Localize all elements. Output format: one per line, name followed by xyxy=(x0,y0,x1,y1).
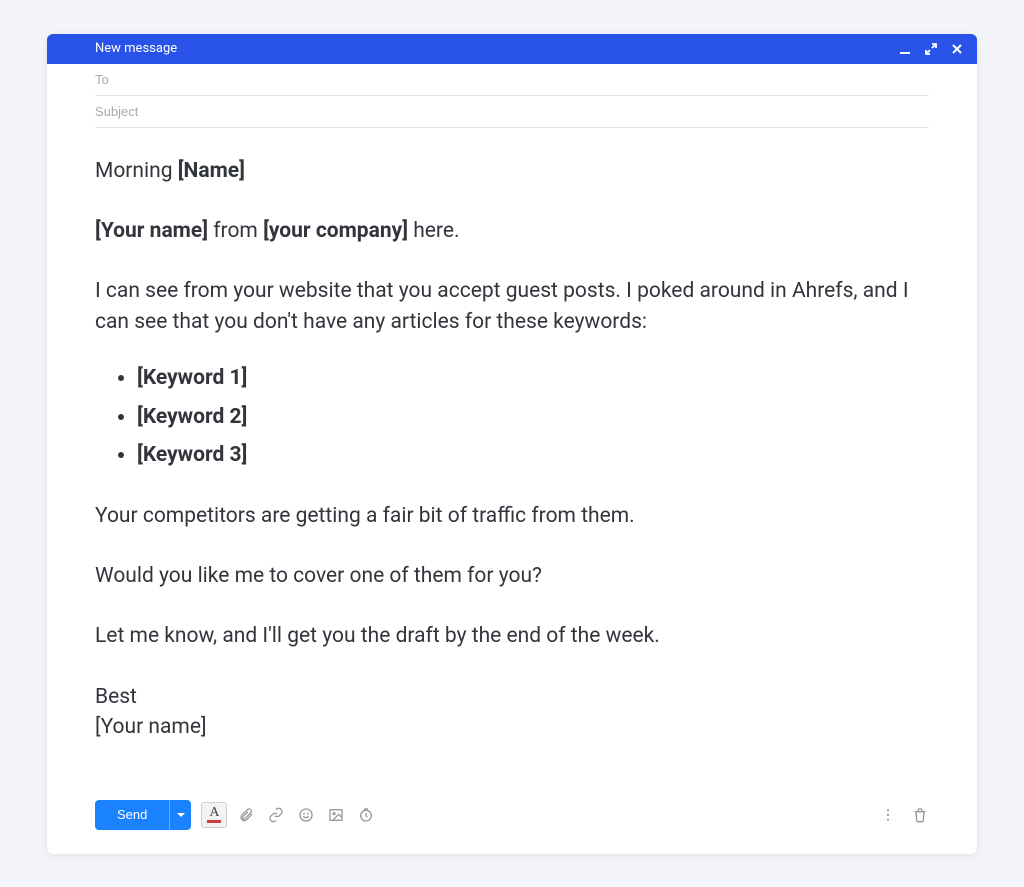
email-body[interactable]: Morning [Name] [Your name] from [your co… xyxy=(47,128,977,790)
to-field[interactable] xyxy=(95,72,929,87)
list-item: [Keyword 3] xyxy=(137,440,929,470)
intro-company: [your company] xyxy=(263,219,408,243)
observation-para: I can see from your website that you acc… xyxy=(95,276,929,337)
more-options-icon[interactable] xyxy=(879,806,897,824)
compose-toolbar: Send A xyxy=(47,790,977,854)
to-field-row xyxy=(95,64,929,96)
signoff: Best xyxy=(95,682,929,712)
window-actions xyxy=(899,43,963,55)
header-fields xyxy=(47,64,977,128)
text-format-a-icon: A xyxy=(209,807,219,819)
text-format-button[interactable]: A xyxy=(201,802,227,828)
confidential-icon[interactable] xyxy=(357,806,375,824)
window-title: New message xyxy=(95,41,177,56)
competitors-para: Your competitors are getting a fair bit … xyxy=(95,501,929,531)
subject-field[interactable] xyxy=(95,104,929,119)
send-options-button[interactable] xyxy=(169,800,191,830)
trash-icon[interactable] xyxy=(911,806,929,824)
link-icon[interactable] xyxy=(267,806,285,824)
subject-field-row xyxy=(95,96,929,128)
close-icon[interactable] xyxy=(951,43,963,55)
keyword-list: [Keyword 1] [Keyword 2] [Keyword 3] xyxy=(95,363,929,470)
title-bar: New message xyxy=(47,34,977,64)
greeting-prefix: Morning xyxy=(95,159,178,183)
intro-from: from xyxy=(208,219,263,243)
signature: [Your name] xyxy=(95,712,929,742)
greeting-name: [Name] xyxy=(178,159,245,183)
list-item: [Keyword 1] xyxy=(137,363,929,393)
attach-icon[interactable] xyxy=(237,806,255,824)
intro-yourname: [Your name] xyxy=(95,219,208,243)
greeting-line: Morning [Name] xyxy=(95,156,929,186)
toolbar-right xyxy=(879,806,929,824)
toolbar-icons xyxy=(237,806,375,824)
text-format-underline xyxy=(207,820,221,823)
close-para: Let me know, and I'll get you the draft … xyxy=(95,621,929,651)
toolbar-left: Send A xyxy=(95,800,375,830)
send-button-group: Send xyxy=(95,800,191,830)
expand-icon[interactable] xyxy=(925,43,937,55)
intro-line: [Your name] from [your company] here. xyxy=(95,216,929,246)
list-item: [Keyword 2] xyxy=(137,402,929,432)
image-icon[interactable] xyxy=(327,806,345,824)
offer-para: Would you like me to cover one of them f… xyxy=(95,561,929,591)
send-button[interactable]: Send xyxy=(95,800,169,830)
compose-window: New message Morning [Name] [Your name] f… xyxy=(47,34,977,854)
intro-here: here. xyxy=(408,219,460,243)
minimize-icon[interactable] xyxy=(899,43,911,55)
emoji-icon[interactable] xyxy=(297,806,315,824)
